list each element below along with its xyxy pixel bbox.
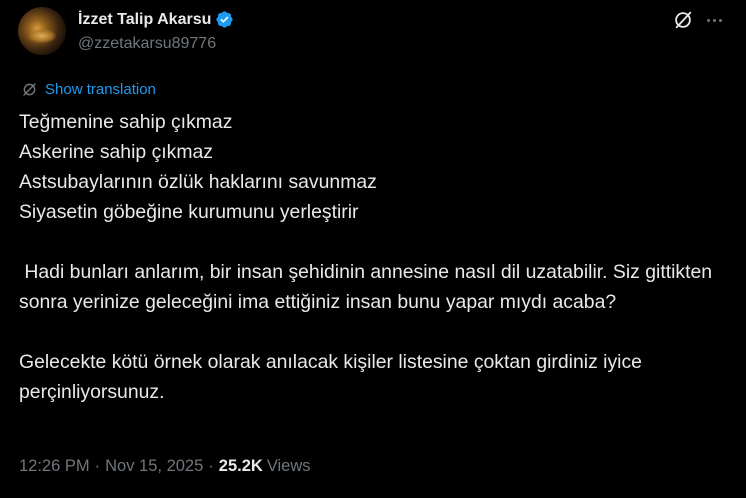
show-translation-link[interactable]: Show translation [20, 80, 156, 99]
verified-badge-icon[interactable] [215, 10, 234, 29]
views-count[interactable]: 25.2K [219, 457, 263, 476]
more-horizontal-icon[interactable] [703, 9, 725, 31]
author-name[interactable]: İzzet Talip Akarsu [78, 11, 211, 29]
avatar[interactable] [18, 7, 66, 55]
tweet-date[interactable]: Nov 15, 2025 [105, 457, 203, 476]
grok-icon[interactable] [672, 9, 694, 31]
tweet-meta: 12:26 PM · Nov 15, 2025 · 25.2K Views [19, 457, 311, 476]
show-translation-label[interactable]: Show translation [45, 81, 156, 98]
author-name-row: İzzet Talip Akarsu [78, 10, 234, 29]
views-label[interactable]: Views [267, 457, 311, 476]
meta-separator: · [94, 457, 101, 475]
author-handle[interactable]: @zzetakarsu89776 [78, 35, 216, 53]
tweet-text: Teğmenine sahip çıkmaz Askerine sahip çı… [19, 111, 713, 403]
translate-icon [23, 83, 36, 96]
tweet-time[interactable]: 12:26 PM [19, 457, 90, 476]
meta-separator: · [208, 457, 214, 475]
